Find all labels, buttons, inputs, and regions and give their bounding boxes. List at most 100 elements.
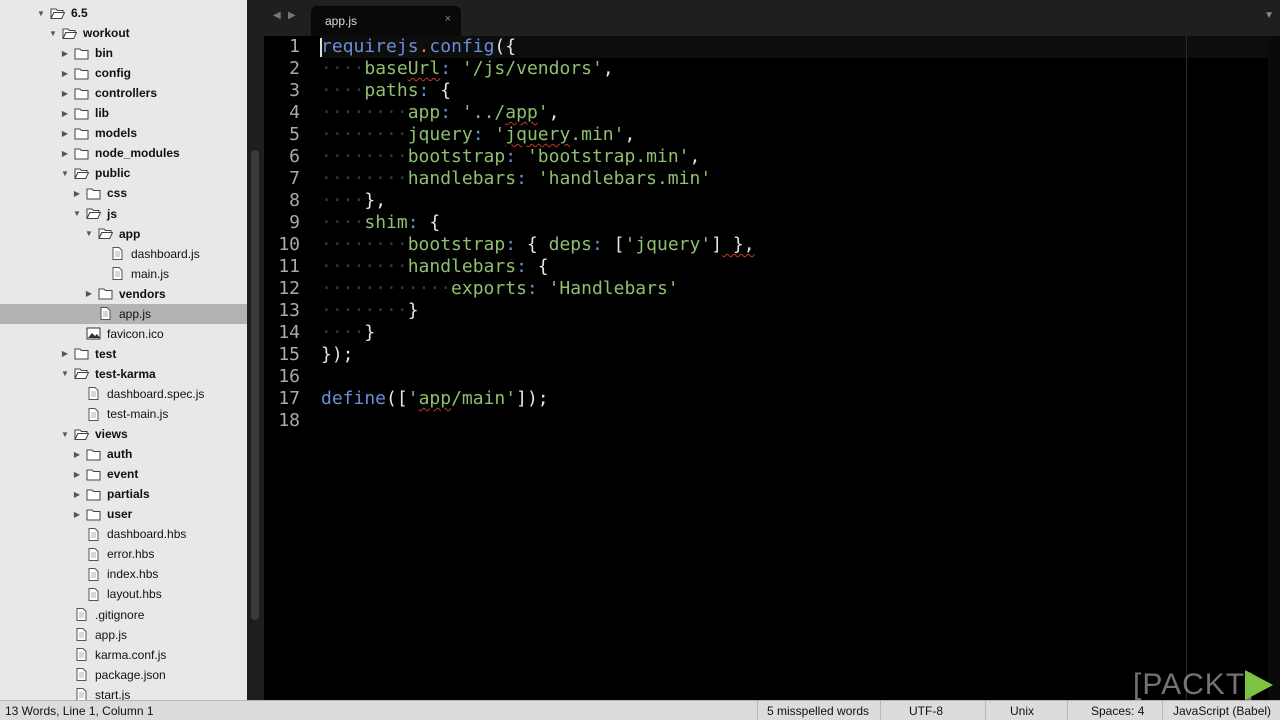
sidebar-item-vendors[interactable]: ▶ vendors <box>0 284 247 304</box>
sidebar-item-test-main-js[interactable]: test-main.js <box>0 404 247 424</box>
file-icon <box>110 267 125 281</box>
code-line[interactable]: 9 ····shim: { <box>264 212 1264 234</box>
code-line[interactable]: 4 ········app: '../app', <box>264 102 1264 124</box>
tab-list-dropdown-icon[interactable]: ▼ <box>1264 10 1274 21</box>
code-editor[interactable]: 1 requirejs.config({2 ····baseUrl: '/js/ve… <box>264 36 1280 700</box>
disclosure-closed-icon[interactable]: ▶ <box>72 188 82 198</box>
code-line[interactable]: 16 <box>264 366 1264 388</box>
code-token: 'handlebars.min' <box>537 168 712 189</box>
code-line[interactable]: 5 ········jquery: 'jquery.min', <box>264 124 1264 146</box>
sidebar-item-public[interactable]: ▼ public <box>0 163 247 183</box>
disclosure-closed-icon[interactable]: ▶ <box>60 128 70 138</box>
sidebar-scrollbar[interactable] <box>247 0 264 700</box>
disclosure-closed-icon[interactable]: ▶ <box>72 509 82 519</box>
sidebar-item-error-hbs[interactable]: error.hbs <box>0 544 247 564</box>
code-line[interactable]: 11 ········handlebars: { <box>264 256 1264 278</box>
sidebar-item-start-js[interactable]: start.js <box>0 685 247 700</box>
sidebar-item-dashboard-spec-js[interactable]: dashboard.spec.js <box>0 384 247 404</box>
code-line[interactable]: 12 ············exports: 'Handlebars' <box>264 278 1264 300</box>
sidebar-item-main-js[interactable]: main.js <box>0 264 247 284</box>
sidebar-item-config[interactable]: ▶ config <box>0 63 247 83</box>
code-line[interactable]: 15}); <box>264 344 1264 366</box>
sidebar-item-css[interactable]: ▶ css <box>0 183 247 203</box>
code-text: ····shim: { <box>321 212 440 234</box>
code-line[interactable]: 1 requirejs.config({ <box>264 36 1264 58</box>
sidebar-item-app-js[interactable]: app.js <box>0 625 247 645</box>
sidebar-item-views[interactable]: ▼ views <box>0 424 247 444</box>
disclosure-closed-icon[interactable]: ▶ <box>72 489 82 499</box>
code-line[interactable]: 10 ········bootstrap: { deps: ['jquery'] … <box>264 234 1264 256</box>
disclosure-open-icon[interactable]: ▼ <box>48 28 58 38</box>
sidebar-item-label: favicon.ico <box>107 326 164 341</box>
sidebar-item-workout[interactable]: ▼ workout <box>0 23 247 43</box>
status-spelling[interactable]: 5 misspelled words <box>767 704 869 718</box>
sidebar-item-layout-hbs[interactable]: layout.hbs <box>0 584 247 604</box>
sidebar-item-user[interactable]: ▶ user <box>0 504 247 524</box>
disclosure-open-icon[interactable]: ▼ <box>84 229 94 239</box>
tab-app-js[interactable]: app.js × <box>311 6 461 36</box>
sidebar-item-karma-conf-js[interactable]: karma.conf.js <box>0 645 247 665</box>
disclosure-open-icon[interactable]: ▼ <box>60 369 70 379</box>
sidebar-item-bin[interactable]: ▶ bin <box>0 43 247 63</box>
code-line[interactable]: 8 ····}, <box>264 190 1264 212</box>
sidebar-item-test-karma[interactable]: ▼ test-karma <box>0 364 247 384</box>
close-icon[interactable]: × <box>445 13 451 25</box>
sidebar-item-js[interactable]: ▼ js <box>0 204 247 224</box>
file-icon <box>110 247 125 261</box>
status-indentation[interactable]: Spaces: 4 <box>1091 704 1144 718</box>
code-token: '../app' <box>461 102 549 123</box>
code-line[interactable]: 17 define(['app/main']); <box>264 388 1264 410</box>
disclosure-open-icon[interactable]: ▼ <box>60 429 70 439</box>
disclosure-open-icon[interactable]: ▼ <box>72 209 82 219</box>
tab-back-icon[interactable]: ◀ <box>273 10 281 21</box>
sidebar-item-dashboard-js[interactable]: dashboard.js <box>0 244 247 264</box>
disclosure-closed-icon[interactable]: ▶ <box>60 68 70 78</box>
sidebar-item-partials[interactable]: ▶ partials <box>0 484 247 504</box>
sidebar-item-app[interactable]: ▼ app <box>0 224 247 244</box>
code-line[interactable]: 3 ····paths: { <box>264 80 1264 102</box>
sidebar-item-label: main.js <box>131 266 170 281</box>
code-line[interactable]: 13 ········} <box>264 300 1264 322</box>
sidebar-item-lib[interactable]: ▶ lib <box>0 103 247 123</box>
sidebar-item-label: app.js <box>119 306 152 321</box>
status-encoding[interactable]: UTF-8 <box>909 704 943 718</box>
disclosure-closed-icon[interactable]: ▶ <box>84 289 94 299</box>
code-line[interactable]: 18 <box>264 410 1264 432</box>
sidebar-item-test[interactable]: ▶ test <box>0 344 247 364</box>
status-divider <box>985 701 986 720</box>
disclosure-closed-icon[interactable]: ▶ <box>60 148 70 158</box>
code-line[interactable]: 2 ····baseUrl: '/js/vendors', <box>264 58 1264 80</box>
disclosure-closed-icon[interactable]: ▶ <box>60 108 70 118</box>
code-line[interactable]: 14 ····} <box>264 322 1264 344</box>
editor-scrollbar[interactable] <box>1268 36 1280 700</box>
sidebar-item-models[interactable]: ▶ models <box>0 123 247 143</box>
sidebar-item-favicon-ico[interactable]: favicon.ico <box>0 324 247 344</box>
status-syntax[interactable]: JavaScript (Babel) <box>1173 704 1271 718</box>
disclosure-closed-icon[interactable]: ▶ <box>60 48 70 58</box>
sidebar-item-package-json[interactable]: package.json <box>0 665 247 685</box>
code-line[interactable]: 6 ········bootstrap: 'bootstrap.min', <box>264 146 1264 168</box>
status-line-endings[interactable]: Unix <box>1010 704 1034 718</box>
sidebar-item-app-js[interactable]: app.js <box>0 303 247 324</box>
disclosure-open-icon[interactable]: ▼ <box>60 168 70 178</box>
code-text: ········handlebars: 'handlebars.min' <box>321 168 711 190</box>
code-token: { <box>526 256 549 277</box>
tab-forward-icon[interactable]: ▶ <box>288 10 296 21</box>
disclosure-open-icon[interactable]: ▼ <box>36 8 46 18</box>
sidebar-item-node-modules[interactable]: ▶ node_modules <box>0 143 247 163</box>
sidebar-item-dashboard-hbs[interactable]: dashboard.hbs <box>0 524 247 544</box>
disclosure-closed-icon[interactable]: ▶ <box>60 349 70 359</box>
sidebar-item-label: dashboard.hbs <box>107 527 187 542</box>
sidebar-item-index-hbs[interactable]: index.hbs <box>0 564 247 584</box>
sidebar-item-event[interactable]: ▶ event <box>0 464 247 484</box>
sidebar-scrollbar-thumb[interactable] <box>251 150 259 620</box>
sidebar-item-label: test-main.js <box>107 407 169 421</box>
disclosure-closed-icon[interactable]: ▶ <box>72 449 82 459</box>
sidebar-item-controllers[interactable]: ▶ controllers <box>0 83 247 103</box>
sidebar-item-auth[interactable]: ▶ auth <box>0 444 247 464</box>
sidebar-item-6-5[interactable]: ▼ 6.5 <box>0 3 247 23</box>
disclosure-closed-icon[interactable]: ▶ <box>60 88 70 98</box>
disclosure-closed-icon[interactable]: ▶ <box>72 469 82 479</box>
sidebar-item-gitignore[interactable]: .gitignore <box>0 605 247 625</box>
code-line[interactable]: 7 ········handlebars: 'handlebars.min' <box>264 168 1264 190</box>
